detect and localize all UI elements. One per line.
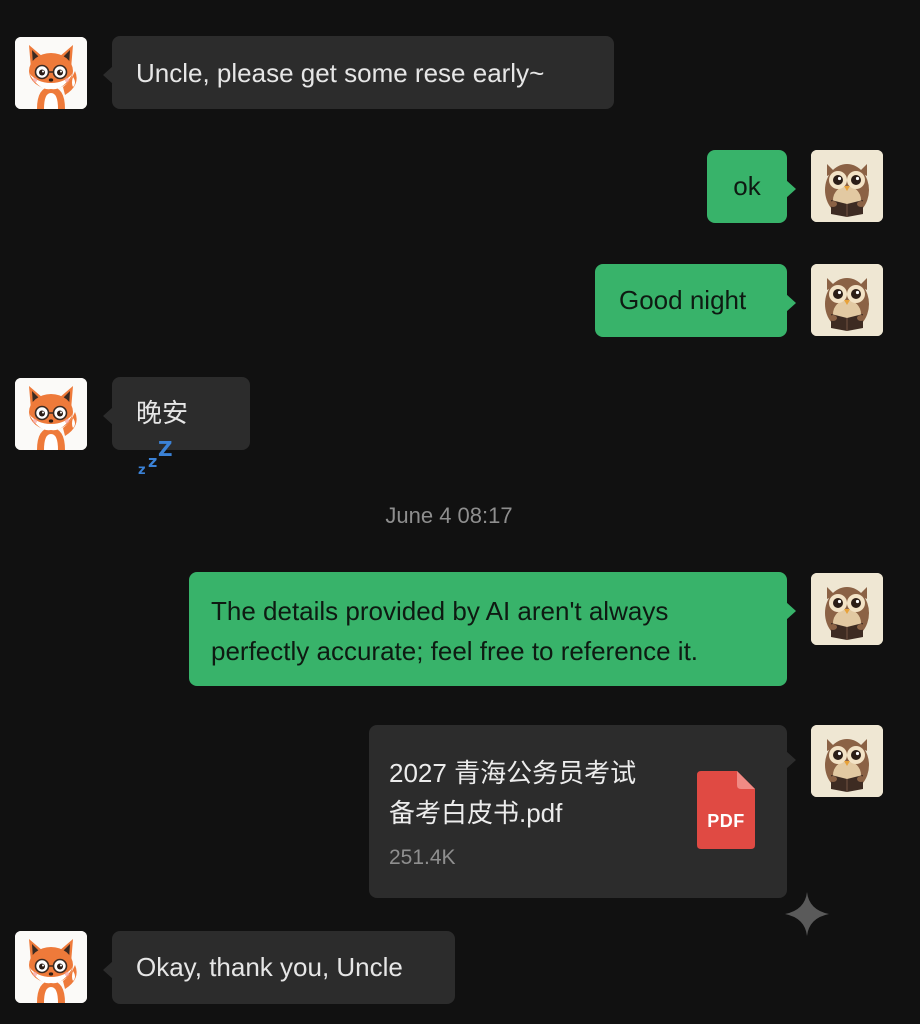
zzz-emoji-icon: zzZ bbox=[138, 437, 173, 478]
message-text-line: The details provided by AI aren't always bbox=[211, 596, 669, 626]
sparkle-icon bbox=[783, 890, 831, 938]
contact-avatar[interactable] bbox=[15, 378, 87, 450]
file-attachment-card[interactable]: 2027 青海公务员考试 备考白皮书.pdf 251.4K PDF bbox=[369, 725, 796, 898]
pdf-type-label: PDF bbox=[707, 811, 745, 831]
fox-avatar-icon bbox=[15, 931, 87, 1003]
self-avatar[interactable] bbox=[811, 264, 883, 336]
message-bubble-incoming[interactable]: Uncle, please get some rese early~ bbox=[103, 36, 614, 109]
file-name: 2027 青海公务员考试 备考白皮书.pdf bbox=[389, 758, 637, 828]
message-text: Okay, thank you, Uncle bbox=[136, 952, 403, 982]
message-bubble-outgoing[interactable]: The details provided by AI aren't always… bbox=[189, 572, 796, 686]
contact-avatar[interactable] bbox=[15, 37, 87, 109]
owl-avatar-icon bbox=[811, 264, 883, 336]
self-avatar[interactable] bbox=[811, 725, 883, 797]
owl-avatar-icon bbox=[811, 725, 883, 797]
message-bubble-outgoing[interactable]: ok bbox=[707, 150, 796, 223]
message-bubble-incoming[interactable]: 晚安 z z Z bbox=[103, 377, 250, 478]
fox-avatar-icon bbox=[15, 37, 87, 109]
message-bubble-outgoing[interactable]: Good night bbox=[595, 264, 796, 337]
pdf-file-icon: PDF bbox=[697, 771, 755, 849]
message-bubble-incoming[interactable]: Okay, thank you, Uncle bbox=[103, 931, 455, 1004]
fox-avatar-icon bbox=[15, 378, 87, 450]
message-timestamp: June 4 08:17 bbox=[385, 503, 513, 528]
owl-avatar-icon bbox=[811, 150, 883, 222]
message-text: ok bbox=[733, 171, 761, 201]
message-text: Uncle, please get some rese early~ bbox=[136, 58, 545, 88]
message-text: Good night bbox=[619, 285, 747, 315]
owl-avatar-icon bbox=[811, 573, 883, 645]
file-size: 251.4K bbox=[389, 846, 456, 869]
message-text-line: perfectly accurate; feel free to referen… bbox=[211, 636, 699, 666]
self-avatar[interactable] bbox=[811, 573, 883, 645]
self-avatar[interactable] bbox=[811, 150, 883, 222]
message-text: 晚安 bbox=[136, 398, 189, 428]
contact-avatar[interactable] bbox=[15, 931, 87, 1003]
